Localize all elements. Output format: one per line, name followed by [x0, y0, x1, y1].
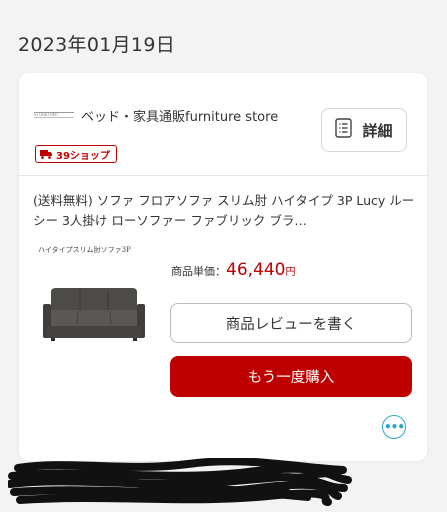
price-label: 商品単価： — [171, 265, 226, 278]
unit-price: 商品単価：46,440円 — [171, 260, 295, 280]
redaction-scribble — [8, 458, 352, 506]
order-card: STOREFONT ベッド・家具通販furniture store 39ショップ — [19, 73, 427, 461]
store-logo[interactable]: STOREFONT — [34, 112, 74, 118]
truck-icon — [40, 149, 52, 159]
document-list-icon — [335, 118, 353, 142]
detail-button-label: 詳細 — [362, 121, 393, 140]
product-sub-name: ハイタイプスリム肘ソファ3P — [38, 246, 131, 254]
store-name[interactable]: ベッド・家具通販furniture store — [81, 106, 278, 125]
write-review-button[interactable]: 商品レビューを書く — [170, 303, 412, 343]
shop-39-badge: 39ショップ — [35, 145, 117, 163]
shop-badge-label: 39ショップ — [56, 150, 110, 162]
order-date: 2023年01月19日 — [18, 34, 176, 56]
card-divider — [19, 175, 427, 176]
more-dots-icon[interactable]: ••• — [382, 415, 406, 439]
price-unit: 円 — [285, 267, 296, 278]
price-value: 46,440 — [226, 260, 286, 280]
product-title[interactable]: (送料無料) ソファ フロアソファ スリム肘 ハイタイプ 3P Lucy ルーシ… — [33, 191, 417, 231]
detail-button[interactable]: 詳細 — [321, 108, 407, 152]
product-image[interactable] — [43, 286, 145, 352]
buy-again-button[interactable]: もう一度購入 — [170, 356, 412, 397]
